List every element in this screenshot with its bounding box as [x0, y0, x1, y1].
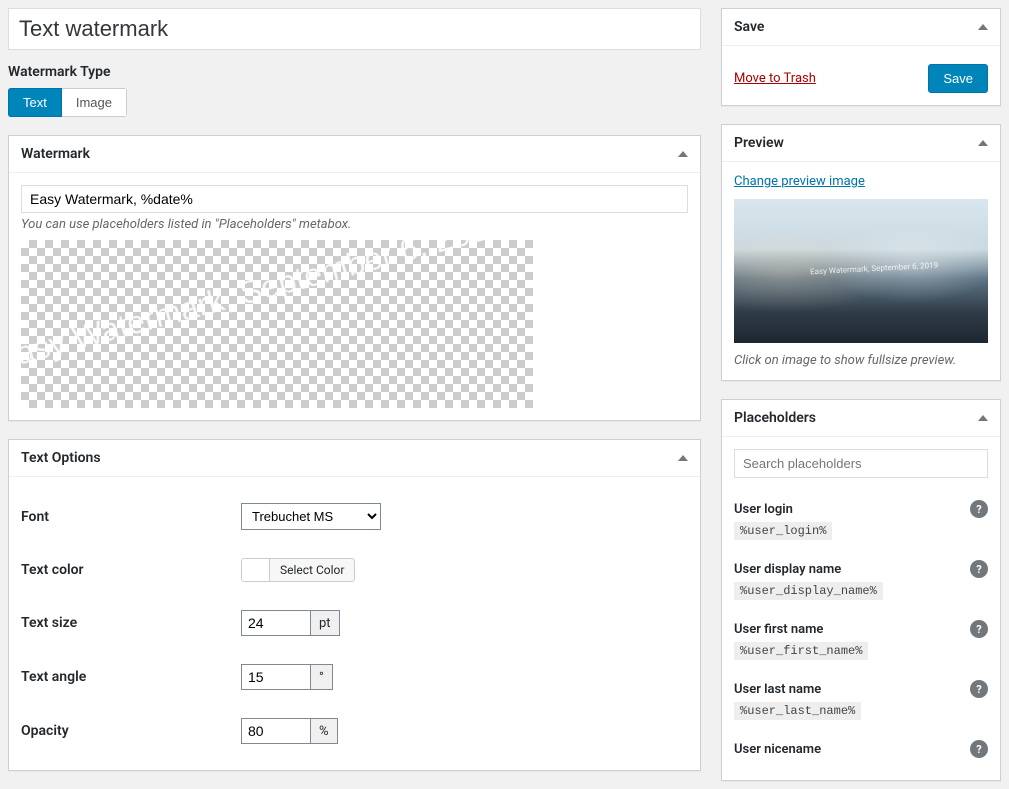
collapse-icon[interactable]: [978, 415, 988, 421]
watermark-panel-title: Watermark: [21, 146, 90, 162]
preview-watermark-overlay: Easy Watermark, September 6, 2019: [810, 260, 939, 276]
placeholder-item: User display name? %user_display_name%: [734, 550, 988, 610]
save-panel: Save Move to Trash Save: [721, 8, 1001, 106]
placeholders-title: Placeholders: [734, 410, 816, 426]
collapse-icon[interactable]: [978, 24, 988, 30]
preview-panel-title: Preview: [734, 135, 784, 151]
move-to-trash-link[interactable]: Move to Trash: [734, 71, 816, 86]
preview-panel: Preview Change preview image Easy Waterm…: [721, 124, 1001, 381]
font-label: Font: [21, 509, 241, 525]
placeholder-label: User first name: [734, 622, 823, 637]
help-icon[interactable]: ?: [970, 740, 988, 758]
placeholder-item: User first name? %user_first_name%: [734, 610, 988, 670]
text-size-unit: pt: [311, 610, 340, 636]
preview-caption: Click on image to show fullsize preview.: [734, 353, 988, 368]
opacity-label: Opacity: [21, 723, 241, 739]
watermark-preview-text: Easy Watermark, September 6, 2019: [21, 240, 508, 378]
watermark-text-input[interactable]: [21, 185, 688, 213]
placeholder-code[interactable]: %user_first_name%: [734, 642, 868, 660]
help-icon[interactable]: ?: [970, 620, 988, 638]
help-icon[interactable]: ?: [970, 680, 988, 698]
collapse-icon[interactable]: [678, 455, 688, 461]
help-icon[interactable]: ?: [970, 560, 988, 578]
placeholder-item: User login? %user_login%: [734, 490, 988, 550]
text-angle-unit: °: [311, 664, 333, 690]
placeholder-item: User nicename?: [734, 730, 988, 768]
select-color-label: Select Color: [270, 559, 354, 581]
type-text-button[interactable]: Text: [8, 88, 62, 117]
opacity-input[interactable]: [241, 718, 311, 744]
watermark-hint: You can use placeholders listed in "Plac…: [21, 217, 688, 232]
title-input[interactable]: [8, 8, 701, 50]
select-color-button[interactable]: Select Color: [241, 558, 355, 582]
text-options-title: Text Options: [21, 450, 101, 466]
font-select[interactable]: Trebuchet MS: [241, 503, 381, 530]
placeholders-panel: Placeholders User login?%user_login%User…: [721, 399, 1001, 781]
text-color-label: Text color: [21, 562, 241, 578]
change-preview-link[interactable]: Change preview image: [734, 174, 865, 189]
watermark-panel: Watermark You can use placeholders liste…: [8, 135, 701, 421]
help-icon[interactable]: ?: [970, 500, 988, 518]
watermark-preview-canvas: Easy Watermark, September 6, 2019: [21, 240, 533, 408]
placeholder-label: User last name: [734, 682, 821, 697]
save-button[interactable]: Save: [928, 64, 988, 93]
preview-image[interactable]: Easy Watermark, September 6, 2019: [734, 199, 988, 343]
placeholder-item: User last name? %user_last_name%: [734, 670, 988, 730]
placeholder-code[interactable]: %user_last_name%: [734, 702, 861, 720]
collapse-icon[interactable]: [978, 140, 988, 146]
watermark-type-label: Watermark Type: [8, 64, 701, 80]
placeholder-code[interactable]: %user_display_name%: [734, 582, 883, 600]
search-placeholders-input[interactable]: [734, 449, 988, 478]
color-swatch: [242, 559, 270, 581]
collapse-icon[interactable]: [678, 151, 688, 157]
type-image-button[interactable]: Image: [62, 88, 127, 117]
placeholder-label: User nicename: [734, 742, 821, 757]
placeholder-code[interactable]: %user_login%: [734, 522, 832, 540]
save-panel-title: Save: [734, 19, 764, 35]
text-angle-label: Text angle: [21, 669, 241, 685]
watermark-type-toggle: Text Image: [8, 88, 127, 117]
text-size-label: Text size: [21, 615, 241, 631]
text-options-panel: Text Options Font Trebuchet MS Text colo…: [8, 439, 701, 771]
placeholder-label: User login: [734, 502, 793, 517]
text-size-input[interactable]: [241, 610, 311, 636]
placeholder-label: User display name: [734, 562, 841, 577]
opacity-unit: %: [311, 718, 338, 744]
text-angle-input[interactable]: [241, 664, 311, 690]
